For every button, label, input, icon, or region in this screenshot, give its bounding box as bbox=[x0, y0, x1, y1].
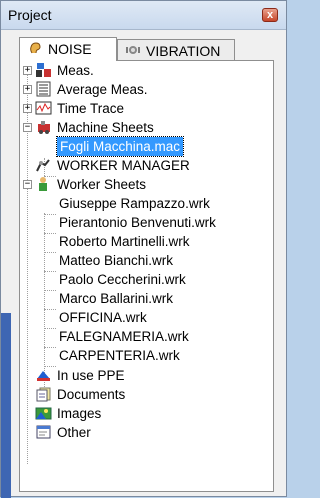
project-panel: NOISE VIBRATION + Meas. + Average Meas. bbox=[13, 35, 278, 495]
worker-file-label: Marco Ballarini.wrk bbox=[59, 291, 174, 306]
tab-noise-label: NOISE bbox=[48, 41, 92, 57]
tree-item-images[interactable]: Images bbox=[20, 404, 270, 423]
tree-item-worker-manager[interactable]: WORKER MANAGER bbox=[20, 156, 270, 175]
tree-item-other[interactable]: Other bbox=[20, 423, 270, 442]
tree-label: WORKER MANAGER bbox=[57, 158, 190, 173]
tab-vibration-label: VIBRATION bbox=[146, 43, 221, 59]
tree-item-worker-file[interactable]: Paolo Ceccherini.wrk bbox=[20, 270, 270, 289]
tree-item-in-use-ppe[interactable]: In use PPE bbox=[20, 366, 270, 385]
selected-file-label: Fogli Macchina.mac bbox=[55, 136, 185, 157]
ppe-icon bbox=[37, 371, 50, 381]
measurement-icon bbox=[36, 63, 51, 77]
machine-icon bbox=[38, 121, 50, 134]
project-window: Project x NOISE VIBRATION + Meas. + Aver… bbox=[0, 0, 287, 498]
tree-item-average-meas[interactable]: + Average Meas. bbox=[20, 80, 270, 99]
title-bar[interactable]: Project x bbox=[1, 1, 286, 30]
time-trace-icon bbox=[35, 101, 52, 115]
tree-label: Worker Sheets bbox=[57, 177, 147, 192]
tree-label: Meas. bbox=[57, 63, 94, 78]
tree-label: Average Meas. bbox=[57, 82, 148, 97]
project-tree[interactable]: + Meas. + Average Meas. + Time Trace − M… bbox=[19, 60, 274, 492]
background-strip bbox=[1, 313, 11, 498]
worker-file-label: Roberto Martinelli.wrk bbox=[59, 234, 190, 249]
worker-file-label: Giuseppe Rampazzo.wrk bbox=[59, 196, 210, 211]
expand-toggle[interactable]: + bbox=[23, 85, 32, 94]
tree-item-worker-file[interactable]: Marco Ballarini.wrk bbox=[20, 289, 270, 308]
tree-label: Documents bbox=[57, 387, 126, 402]
worker-file-label: Paolo Ceccherini.wrk bbox=[59, 272, 186, 287]
worker-file-label: Pierantonio Benvenuti.wrk bbox=[59, 215, 216, 230]
vibration-icon bbox=[126, 46, 140, 54]
tree-item-worker-file[interactable]: Matteo Bianchi.wrk bbox=[20, 251, 270, 270]
tree-label: Images bbox=[57, 406, 102, 421]
documents-icon bbox=[36, 387, 51, 402]
tab-vibration[interactable]: VIBRATION bbox=[117, 39, 235, 61]
worker-file-label: Matteo Bianchi.wrk bbox=[59, 253, 174, 268]
tree-label: Time Trace bbox=[57, 101, 125, 116]
tree-label: Other bbox=[57, 425, 91, 440]
worker-manager-icon bbox=[36, 159, 50, 172]
tree-item-machine-sheets[interactable]: − Machine Sheets bbox=[20, 118, 270, 137]
tree-item-worker-file[interactable]: Giuseppe Rampazzo.wrk bbox=[20, 194, 270, 213]
tree-item-time-trace[interactable]: + Time Trace bbox=[20, 99, 270, 118]
close-icon: x bbox=[266, 9, 274, 21]
tree-item-meas[interactable]: + Meas. bbox=[20, 61, 270, 80]
tree-item-worker-file[interactable]: FALEGNAMERIA.wrk bbox=[20, 327, 270, 346]
worker-file-label: FALEGNAMERIA.wrk bbox=[59, 329, 189, 344]
tree-item-documents[interactable]: Documents bbox=[20, 385, 270, 404]
tree-item-worker-file[interactable]: CARPENTERIA.wrk bbox=[20, 346, 270, 365]
window-title: Project bbox=[8, 7, 52, 23]
worker-file-label: CARPENTERIA.wrk bbox=[59, 348, 180, 363]
collapse-toggle[interactable]: − bbox=[23, 123, 32, 132]
tree-label: Machine Sheets bbox=[57, 120, 154, 135]
tree-item-worker-sheets[interactable]: − Worker Sheets bbox=[20, 175, 270, 194]
images-icon bbox=[35, 407, 52, 420]
tree-label: In use PPE bbox=[57, 368, 125, 383]
expand-toggle[interactable]: + bbox=[23, 66, 32, 75]
close-button[interactable]: x bbox=[262, 8, 278, 22]
expand-toggle[interactable]: + bbox=[23, 104, 32, 113]
tree-item-machine-file[interactable]: Fogli Macchina.mac bbox=[20, 136, 270, 157]
collapse-toggle[interactable]: − bbox=[23, 180, 32, 189]
tree-item-worker-file[interactable]: OFFICINA.wrk bbox=[20, 308, 270, 327]
ear-icon bbox=[30, 42, 41, 54]
tab-noise[interactable]: NOISE bbox=[19, 37, 117, 61]
tree-item-worker-file[interactable]: Pierantonio Benvenuti.wrk bbox=[20, 213, 270, 232]
tree-item-worker-file[interactable]: Roberto Martinelli.wrk bbox=[20, 232, 270, 251]
other-icon bbox=[36, 425, 51, 439]
worker-icon bbox=[39, 177, 47, 191]
average-table-icon bbox=[36, 81, 51, 97]
worker-file-label: OFFICINA.wrk bbox=[59, 310, 147, 325]
